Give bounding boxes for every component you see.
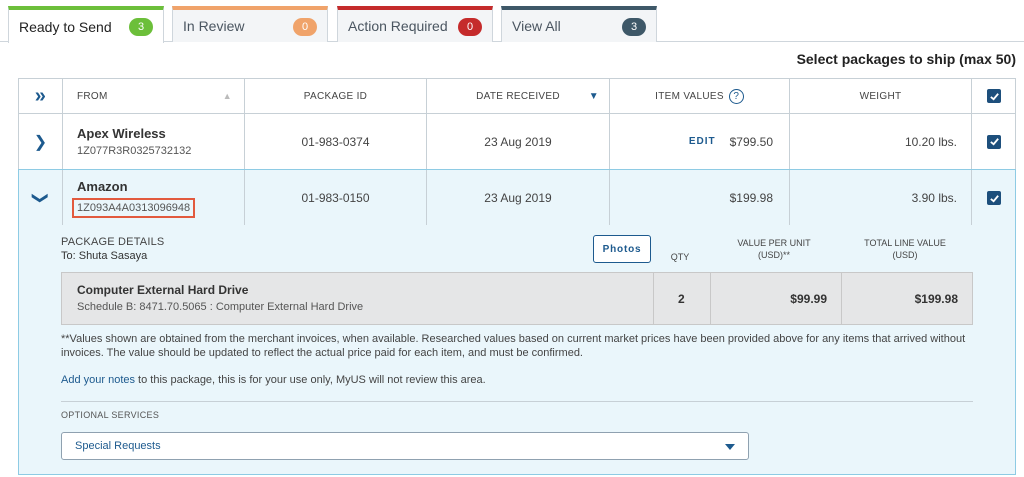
line-item-row: Computer External Hard Drive Schedule B:… bbox=[61, 272, 973, 325]
tab-count-badge: 3 bbox=[129, 18, 153, 36]
column-label: ITEM VALUES bbox=[655, 90, 724, 102]
expand-row-button[interactable]: ❯ bbox=[19, 114, 63, 169]
column-from[interactable]: FROM ▲ bbox=[63, 79, 245, 113]
package-id-cell: 01-983-0374 bbox=[245, 114, 427, 169]
package-tabs: Ready to Send 3 In Review 0 Action Requi… bbox=[0, 0, 1024, 43]
row-checkbox[interactable] bbox=[972, 114, 1016, 169]
notes-description: to this package, this is for your use on… bbox=[135, 374, 486, 386]
column-label: DATE RECEIVED bbox=[476, 90, 560, 102]
item-description-cell: Computer External Hard Drive Schedule B:… bbox=[62, 273, 654, 324]
packages-table: » FROM ▲ PACKAGE ID DATE RECEIVED ▼ ITEM… bbox=[18, 78, 1016, 227]
help-icon[interactable]: ? bbox=[728, 88, 744, 104]
item-unit-value: $99.99 bbox=[790, 292, 827, 306]
total-line-value-header: TOTAL LINE VALUE (USD) bbox=[842, 237, 968, 261]
tracking-number: 1Z077R3R0325732132 bbox=[77, 145, 192, 157]
merchant-name: Apex Wireless bbox=[77, 126, 166, 141]
column-item-values[interactable]: ITEM VALUES ? bbox=[610, 79, 790, 113]
from-cell: Apex Wireless 1Z077R3R0325732132 bbox=[63, 114, 245, 169]
tab-view-all[interactable]: View All 3 bbox=[501, 6, 657, 42]
item-unit-value-cell: $99.99 bbox=[711, 273, 842, 324]
values-disclaimer: **Values shown are obtained from the mer… bbox=[61, 333, 966, 359]
table-row[interactable]: ❯ Apex Wireless 1Z077R3R0325732132 01-98… bbox=[19, 114, 1015, 170]
value-per-unit-header: VALUE PER UNIT (USD)** bbox=[711, 237, 837, 261]
divider bbox=[61, 401, 973, 402]
caret-down-icon bbox=[725, 444, 735, 450]
checkbox-checked-icon bbox=[987, 191, 1001, 205]
item-schedule-b: Schedule B: 8471.70.5065 : Computer Exte… bbox=[77, 301, 364, 313]
package-details-panel: PACKAGE DETAILS To: Shuta Sasaya Photos … bbox=[18, 225, 1016, 475]
column-label: FROM bbox=[77, 90, 108, 102]
value-per-unit-header-line1: VALUE PER UNIT bbox=[737, 238, 811, 248]
date-received-cell: 23 Aug 2019 bbox=[427, 114, 610, 169]
double-chevron-right-icon: » bbox=[34, 84, 47, 107]
item-qty: 2 bbox=[678, 292, 685, 306]
recipient: To: Shuta Sasaya bbox=[61, 250, 148, 262]
column-label: PACKAGE ID bbox=[303, 90, 368, 102]
item-total-cell: $199.98 bbox=[842, 273, 972, 324]
weight-cell: 3.90 lbs. bbox=[790, 170, 972, 226]
tab-action-required[interactable]: Action Required 0 bbox=[337, 6, 493, 42]
add-notes-link[interactable]: Add your notes bbox=[61, 374, 135, 386]
date-received-cell: 23 Aug 2019 bbox=[427, 170, 610, 226]
tab-ready-to-send[interactable]: Ready to Send 3 bbox=[8, 6, 164, 43]
column-label: WEIGHT bbox=[859, 90, 902, 102]
item-values-cell: EDIT $799.50 bbox=[610, 114, 790, 169]
sort-up-icon: ▲ bbox=[222, 91, 232, 101]
select-all-checkbox[interactable] bbox=[972, 79, 1016, 113]
special-requests-select[interactable]: Special Requests bbox=[61, 432, 749, 460]
tab-count-badge: 3 bbox=[622, 18, 646, 36]
column-date-received[interactable]: DATE RECEIVED ▼ bbox=[427, 79, 610, 113]
table-header: » FROM ▲ PACKAGE ID DATE RECEIVED ▼ ITEM… bbox=[19, 79, 1015, 114]
photos-button[interactable]: Photos bbox=[593, 235, 651, 263]
tab-in-review[interactable]: In Review 0 bbox=[172, 6, 328, 42]
row-checkbox[interactable] bbox=[972, 170, 1016, 226]
select-value: Special Requests bbox=[75, 440, 161, 452]
edit-values-link[interactable]: EDIT bbox=[689, 136, 716, 147]
chevron-right-icon: ❯ bbox=[33, 133, 48, 151]
table-row-expanded[interactable]: ❯ Amazon 1Z093A4A0313096948 01-983-0150 … bbox=[18, 169, 1016, 227]
merchant-name: Amazon bbox=[77, 178, 128, 194]
tab-label: View All bbox=[512, 18, 561, 34]
tab-label: In Review bbox=[183, 18, 245, 34]
chevron-down-icon: ❯ bbox=[31, 191, 49, 205]
weight-cell: 10.20 lbs. bbox=[790, 114, 972, 169]
item-value: $799.50 bbox=[729, 134, 773, 149]
package-id-cell: 01-983-0150 bbox=[245, 170, 427, 226]
select-packages-label: Select packages to ship (max 50) bbox=[796, 51, 1016, 67]
total-header-line1: TOTAL LINE VALUE bbox=[864, 238, 946, 248]
item-total: $199.98 bbox=[914, 292, 958, 306]
tab-count-badge: 0 bbox=[458, 18, 482, 36]
tracking-number-highlighted: 1Z093A4A0313096948 bbox=[72, 197, 196, 218]
package-details-title: PACKAGE DETAILS bbox=[61, 236, 165, 248]
item-qty-cell: 2 bbox=[654, 273, 711, 324]
qty-header: QTY bbox=[670, 252, 690, 262]
item-name: Computer External Hard Drive bbox=[77, 283, 249, 297]
sort-down-icon: ▼ bbox=[588, 90, 599, 102]
notes-line: Add your notes to this package, this is … bbox=[61, 374, 486, 386]
tab-label: Ready to Send bbox=[19, 18, 112, 35]
tab-count-badge: 0 bbox=[293, 18, 317, 36]
from-cell: Amazon 1Z093A4A0313096948 bbox=[63, 170, 245, 226]
column-package-id[interactable]: PACKAGE ID bbox=[245, 79, 427, 113]
tab-label: Action Required bbox=[348, 18, 448, 34]
collapse-row-button[interactable]: ❯ bbox=[19, 170, 63, 226]
expand-all-button[interactable]: » bbox=[19, 79, 63, 113]
column-weight[interactable]: WEIGHT bbox=[790, 79, 972, 113]
total-header-line2: (USD) bbox=[892, 250, 918, 260]
checkbox-checked-icon bbox=[987, 89, 1001, 103]
item-values-cell: $199.98 bbox=[610, 170, 790, 226]
value-per-unit-header-line2: (USD)** bbox=[757, 250, 790, 260]
optional-services-label: OPTIONAL SERVICES bbox=[61, 410, 160, 420]
checkbox-checked-icon bbox=[987, 134, 1001, 149]
